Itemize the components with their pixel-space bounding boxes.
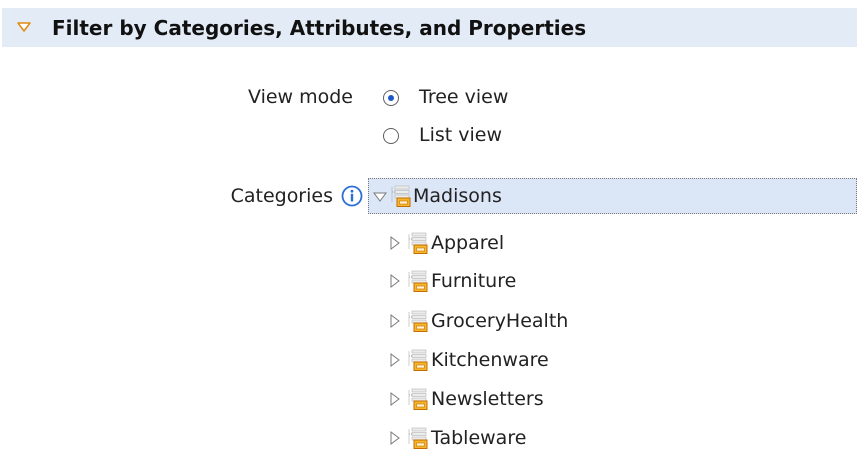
catalog-category-icon — [408, 270, 428, 292]
tree-node-label: GroceryHealth — [431, 310, 569, 332]
catalog-category-icon — [391, 185, 411, 207]
tree-node-furniture[interactable]: Furniture — [388, 264, 688, 298]
tree-view-radio[interactable] — [383, 90, 399, 106]
tree-node-kitchenware[interactable]: Kitchenware — [388, 343, 688, 377]
catalog-category-icon — [408, 388, 428, 410]
triangle-right-icon[interactable] — [388, 314, 402, 328]
catalog-category-icon — [408, 232, 428, 254]
tree-node-apparel[interactable]: Apparel — [388, 226, 688, 260]
catalog-category-icon — [408, 349, 428, 371]
tree-node-label: Newsletters — [431, 388, 544, 410]
list-view-radio[interactable] — [383, 128, 399, 144]
triangle-right-icon[interactable] — [388, 236, 402, 250]
list-view-label[interactable]: List view — [419, 124, 502, 146]
view-mode-label: View mode — [247, 86, 353, 108]
tree-node-label: Furniture — [431, 270, 517, 292]
section-title: Filter by Categories, Attributes, and Pr… — [52, 16, 587, 40]
tree-node-groceryhealth[interactable]: GroceryHealth — [388, 304, 688, 338]
catalog-category-icon — [408, 310, 428, 332]
triangle-right-icon[interactable] — [388, 392, 402, 406]
triangle-right-icon[interactable] — [388, 274, 402, 288]
chevron-down-icon[interactable] — [16, 19, 32, 35]
tree-node-tableware[interactable]: Tableware — [388, 421, 688, 455]
tree-node-label: Apparel — [431, 232, 505, 254]
tree-node-newsletters[interactable]: Newsletters — [388, 382, 688, 416]
tree-node-label: Kitchenware — [431, 349, 549, 371]
triangle-right-icon[interactable] — [388, 353, 402, 367]
categories-label: Categories — [230, 185, 333, 207]
tree-node-label: Madisons — [413, 185, 502, 207]
tree-node-madisons[interactable]: Madisons — [368, 178, 857, 214]
triangle-right-icon[interactable] — [388, 431, 402, 445]
triangle-down-icon[interactable] — [373, 190, 387, 204]
section-header[interactable]: Filter by Categories, Attributes, and Pr… — [2, 8, 857, 47]
filter-section: Filter by Categories, Attributes, and Pr… — [0, 0, 857, 457]
info-icon[interactable] — [341, 185, 363, 207]
tree-view-label[interactable]: Tree view — [419, 86, 508, 108]
tree-node-label: Tableware — [431, 427, 527, 449]
catalog-category-icon — [408, 427, 428, 449]
